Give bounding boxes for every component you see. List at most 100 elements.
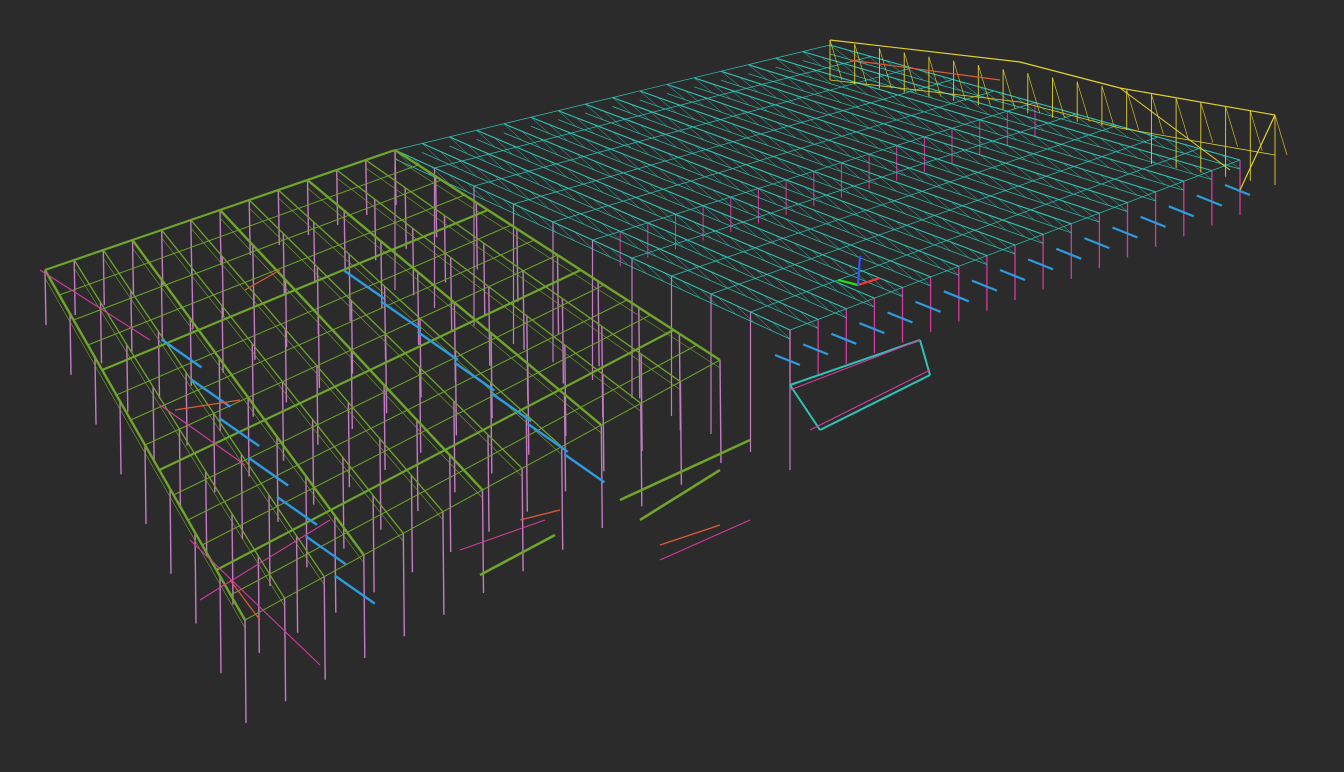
roof-truss-web	[548, 199, 567, 217]
roof-truss-web	[758, 150, 778, 167]
floor-beam	[305, 535, 347, 566]
roof-truss-web	[987, 214, 1007, 231]
secondary-member	[519, 509, 561, 521]
column	[126, 344, 129, 412]
roof-truss-web	[960, 185, 980, 202]
roof-truss-web	[960, 113, 980, 129]
roof-truss-web	[812, 69, 832, 85]
roof-truss-web	[1062, 162, 1082, 178]
roof-truss-web	[574, 231, 593, 250]
roof-truss-web	[647, 222, 667, 240]
roof-truss-web	[557, 110, 577, 127]
roof-truss-web	[801, 267, 821, 285]
roof-truss-web	[813, 171, 833, 188]
column	[350, 300, 354, 374]
column	[561, 298, 565, 384]
roof-truss-web	[771, 321, 791, 340]
roof-truss-web	[1053, 178, 1073, 194]
roof-truss-web	[610, 248, 629, 266]
roof-truss-web	[683, 238, 703, 256]
roof-truss-web	[951, 128, 971, 144]
roof-truss-web	[657, 167, 677, 185]
roof-truss-web	[841, 126, 861, 143]
roof-truss-web	[630, 104, 650, 121]
roof-truss-web	[795, 128, 815, 145]
roof-truss-web	[794, 202, 814, 219]
roof-truss-web	[476, 167, 495, 185]
roof-truss-web	[646, 264, 665, 282]
floor-beam	[380, 300, 422, 331]
secondary-member	[659, 524, 721, 546]
roof-truss-web	[557, 183, 576, 201]
roof-truss-web	[748, 64, 768, 80]
roof-truss-web	[745, 287, 765, 305]
roof-truss-web	[979, 154, 999, 170]
roof-truss-web	[793, 242, 813, 260]
structural-wireframe-model[interactable]	[0, 0, 1344, 772]
3d-model-viewport[interactable]	[0, 0, 1344, 772]
column	[284, 279, 288, 348]
roof-truss-web	[648, 110, 668, 127]
canopy-beam	[789, 384, 821, 431]
column	[488, 286, 491, 366]
end-frame-brace	[1151, 94, 1164, 135]
roof-truss-web	[767, 136, 787, 153]
column	[450, 257, 453, 331]
roof-truss-web	[676, 175, 695, 192]
roof-truss-web	[922, 251, 941, 269]
end-frame-brace	[1175, 98, 1189, 139]
roof-truss-web	[702, 205, 722, 223]
roof-truss-web	[685, 159, 704, 177]
end-frame-top	[1119, 87, 1276, 116]
roof-truss-web	[878, 139, 897, 155]
roof-truss-web	[539, 175, 558, 193]
roof-truss-web	[868, 191, 888, 208]
annex-purlin	[215, 329, 675, 571]
column	[490, 333, 493, 419]
roof-truss-web	[931, 234, 951, 251]
roof-truss-web	[1025, 188, 1045, 204]
roof-truss-web	[785, 179, 805, 196]
roof-truss-web	[566, 168, 586, 186]
roof-truss-web	[502, 198, 521, 217]
roof-truss-web	[656, 247, 675, 265]
roof-truss-web	[585, 103, 604, 121]
roof-truss-web	[811, 250, 831, 267]
roof-truss-web	[785, 76, 805, 92]
roof-truss-web	[822, 155, 842, 172]
roof-truss-web	[649, 145, 668, 163]
column	[442, 511, 445, 615]
roof-truss-web	[758, 115, 778, 132]
column	[219, 576, 222, 674]
roof-truss-web	[850, 147, 870, 164]
edge-beam	[1168, 205, 1195, 218]
roof-truss-web	[781, 303, 801, 321]
roof-purlin	[473, 67, 913, 187]
roof-truss-web	[961, 148, 980, 164]
edge-beam	[858, 322, 885, 335]
column	[383, 286, 387, 360]
roof-truss-web	[998, 160, 1017, 176]
roof-truss-web	[530, 117, 550, 134]
roof-truss-web	[639, 124, 659, 141]
roof-truss-web	[794, 63, 813, 79]
roof-truss-web	[639, 90, 659, 107]
roof-truss-web	[1006, 221, 1025, 238]
roof-truss-web	[458, 159, 477, 177]
column	[295, 535, 299, 633]
roof-truss-web	[638, 239, 657, 257]
column	[348, 254, 351, 322]
roof-truss-web	[1090, 153, 1110, 169]
annex-truss-bottom	[73, 267, 285, 607]
roof-truss-web	[997, 198, 1017, 214]
roof-truss-web	[584, 215, 603, 233]
column	[526, 315, 529, 401]
roof-truss-web	[832, 141, 851, 157]
canopy-beam	[819, 374, 931, 431]
roof-truss-web	[777, 157, 796, 174]
roof-truss-web	[1072, 147, 1092, 163]
column	[257, 555, 260, 654]
roof-truss-web	[838, 282, 857, 300]
roof-truss-web	[969, 208, 989, 224]
roof-truss-web	[951, 163, 971, 180]
